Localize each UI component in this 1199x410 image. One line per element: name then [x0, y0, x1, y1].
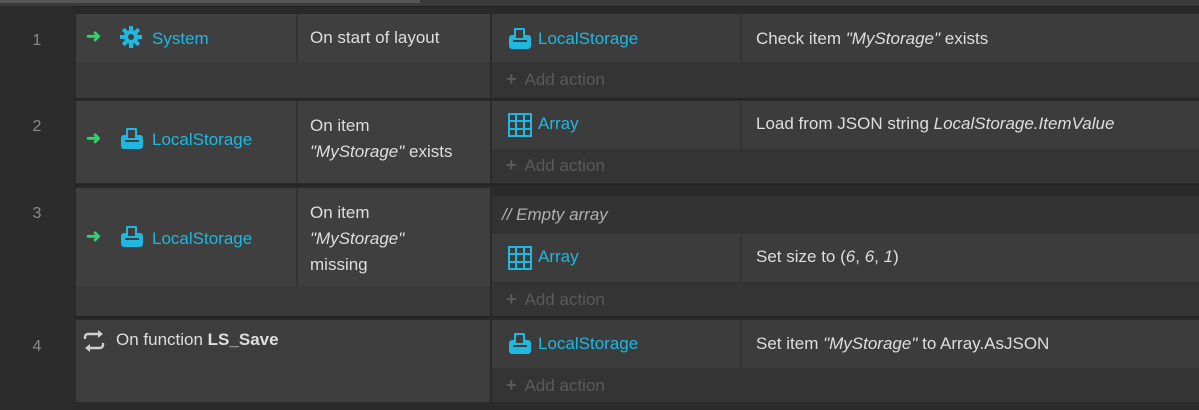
action-object[interactable]: LocalStorage	[492, 14, 742, 62]
row-number: 4	[32, 338, 42, 355]
condition-text: On item "MyStorage" missing	[310, 203, 405, 274]
condition-object-name: LocalStorage	[152, 130, 253, 149]
row-number: 1	[32, 32, 42, 49]
condition-object-name: LocalStorage	[152, 229, 253, 248]
condition-object[interactable]: ➜ System	[76, 14, 298, 62]
plus-icon: +	[506, 69, 517, 89]
function-block[interactable]: On function LS_Save	[76, 320, 490, 402]
condition-params[interactable]: On start of layout	[298, 14, 490, 62]
event-block-1[interactable]: ➜ System On start of layout	[76, 14, 490, 98]
actions-block-3: // Empty array Array Set size to (6, 6, …	[492, 196, 1199, 316]
row-number: 3	[32, 205, 42, 222]
actions-block-4: LocalStorage Set item "MyStorage" to Arr…	[492, 320, 1199, 402]
action[interactable]: Array Set size to (6, 6, 1)	[492, 234, 1199, 282]
condition[interactable]: ➜ LocalStorage On item "MyStorage" exist…	[76, 101, 490, 183]
action[interactable]: LocalStorage Check item "MyStorage" exis…	[492, 14, 1199, 62]
row-separator	[74, 184, 1199, 186]
plus-icon: +	[506, 289, 517, 309]
localstorage-icon	[508, 331, 532, 360]
row-number: 2	[32, 118, 42, 135]
condition-object[interactable]: ➜ LocalStorage	[76, 101, 298, 183]
localstorage-icon	[120, 126, 144, 155]
condition-text: On item "MyStorage" exists	[310, 116, 453, 161]
function-name: LS_Save	[207, 330, 279, 349]
condition-object-name: System	[152, 29, 209, 48]
function-repeat-icon	[82, 330, 106, 357]
condition-params[interactable]: On item "MyStorage" exists	[298, 101, 490, 183]
array-icon	[508, 246, 532, 275]
add-action-button[interactable]: + Add action	[506, 375, 605, 396]
plus-icon: +	[506, 375, 517, 395]
condition-params[interactable]: On item "MyStorage" missing	[298, 188, 490, 286]
localstorage-icon	[120, 224, 144, 253]
action-object[interactable]: LocalStorage	[492, 320, 742, 368]
row-separator	[74, 98, 1199, 100]
condition[interactable]: ➜ System On start of layout	[76, 14, 490, 62]
localstorage-icon	[508, 26, 532, 55]
condition-text: On start of layout	[310, 28, 440, 47]
top-bar	[0, 0, 1199, 7]
action-text: Load from JSON string LocalStorage.ItemV…	[756, 114, 1115, 133]
add-action-button[interactable]: + Add action	[506, 69, 605, 90]
action[interactable]: LocalStorage Set item "MyStorage" to Arr…	[492, 320, 1199, 368]
condition[interactable]: ➜ LocalStorage On item "MyStorage" missi…	[76, 188, 490, 286]
action-object-name: Array	[538, 247, 579, 266]
system-gear-icon	[120, 26, 142, 53]
action-object[interactable]: Array	[492, 234, 742, 282]
function-label: On function LS_Save	[116, 330, 279, 349]
array-icon	[508, 113, 532, 142]
row-separator	[74, 316, 1199, 318]
plus-icon: +	[506, 155, 517, 175]
trigger-arrow-icon: ➜	[86, 226, 102, 246]
action-object-name: LocalStorage	[538, 29, 639, 48]
tab-indicator	[0, 0, 420, 3]
add-action-button[interactable]: + Add action	[506, 155, 605, 176]
action-text: Check item "MyStorage" exists	[756, 29, 989, 48]
comment[interactable]: // Empty array	[492, 196, 1199, 234]
trigger-arrow-icon: ➜	[86, 128, 102, 148]
event-block-3[interactable]: ➜ LocalStorage On item "MyStorage" missi…	[76, 188, 490, 316]
action-object[interactable]: Array	[492, 101, 742, 149]
actions-block-2: Array Load from JSON string LocalStorage…	[492, 101, 1199, 183]
action-text: Set item "MyStorage" to Array.AsJSON	[756, 334, 1050, 353]
event-block-2[interactable]: ➜ LocalStorage On item "MyStorage" exist…	[76, 101, 490, 183]
actions-block-1: LocalStorage Check item "MyStorage" exis…	[492, 14, 1199, 98]
action-object-name: LocalStorage	[538, 334, 639, 353]
condition-object[interactable]: ➜ LocalStorage	[76, 188, 298, 286]
action-text: Set size to (6, 6, 1)	[756, 247, 899, 266]
action[interactable]: Array Load from JSON string LocalStorage…	[492, 101, 1199, 149]
add-action-button[interactable]: + Add action	[506, 289, 605, 310]
action-object-name: Array	[538, 114, 579, 133]
trigger-arrow-icon: ➜	[86, 26, 102, 46]
